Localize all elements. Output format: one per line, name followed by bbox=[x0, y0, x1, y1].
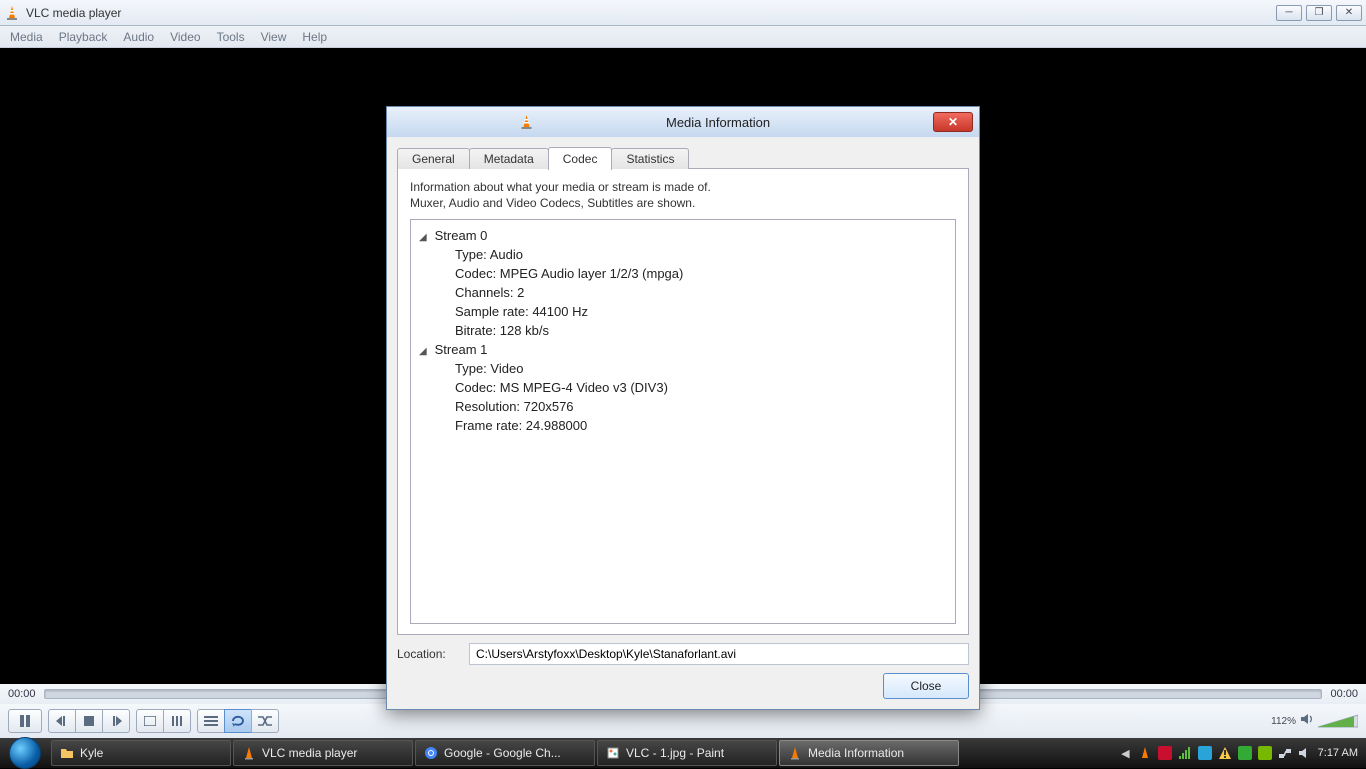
tray-overflow-icon[interactable]: ◀ bbox=[1121, 747, 1129, 760]
tab-statistics[interactable]: Statistics bbox=[611, 148, 689, 169]
folder-icon bbox=[60, 746, 74, 760]
dialog-close-button[interactable]: ✕ bbox=[933, 112, 973, 132]
next-button[interactable] bbox=[102, 709, 130, 733]
stream-0-channels[interactable]: Channels: 2 bbox=[419, 283, 947, 302]
taskbar-button[interactable]: Google - Google Ch... bbox=[415, 740, 595, 766]
paint-icon bbox=[606, 746, 620, 760]
shuffle-button[interactable] bbox=[251, 709, 279, 733]
codec-tree[interactable]: ◢ Stream 0 Type: Audio Codec: MPEG Audio… bbox=[410, 219, 956, 624]
tab-strip: General Metadata Codec Statistics bbox=[397, 145, 969, 169]
tray-clock[interactable]: 7:17 AM bbox=[1318, 747, 1358, 759]
menubar: Media Playback Audio Video Tools View He… bbox=[0, 26, 1366, 48]
loop-button[interactable] bbox=[224, 709, 252, 733]
system-tray: ◀ 7:17 AM bbox=[1113, 746, 1366, 760]
taskbar: Kyle VLC media player Google - Google Ch..… bbox=[0, 738, 1366, 768]
volume-percent: 112% bbox=[1271, 716, 1296, 727]
stream-0-type[interactable]: Type: Audio bbox=[419, 245, 947, 264]
dialog-buttons: Close bbox=[397, 673, 969, 699]
vlc-icon bbox=[242, 746, 256, 760]
window-buttons: ─ ❐ ✕ bbox=[1276, 5, 1362, 21]
location-field[interactable] bbox=[469, 643, 969, 665]
start-button[interactable] bbox=[0, 738, 50, 768]
codec-description: Information about what your media or str… bbox=[410, 179, 956, 211]
dialog-body: General Metadata Codec Statistics Inform… bbox=[387, 137, 979, 709]
stream-1-label: Stream 1 bbox=[435, 342, 488, 357]
taskbar-button[interactable]: VLC - 1.jpg - Paint bbox=[597, 740, 777, 766]
stream-0-codec[interactable]: Codec: MPEG Audio layer 1/2/3 (mpga) bbox=[419, 264, 947, 283]
volume-control: 112% bbox=[1271, 712, 1358, 731]
tray-signal-icon[interactable] bbox=[1178, 746, 1192, 760]
taskbar-button-label: VLC - 1.jpg - Paint bbox=[626, 746, 724, 760]
maximize-button[interactable]: ❐ bbox=[1306, 5, 1332, 21]
prev-button[interactable] bbox=[48, 709, 76, 733]
skip-group bbox=[48, 709, 130, 733]
tray-network-icon[interactable] bbox=[1278, 746, 1292, 760]
codec-desc-line2: Muxer, Audio and Video Codecs, Subtitles… bbox=[410, 195, 956, 211]
stream-1-type[interactable]: Type: Video bbox=[419, 359, 947, 378]
stream-0-samplerate[interactable]: Sample rate: 44100 Hz bbox=[419, 302, 947, 321]
close-button[interactable]: Close bbox=[883, 673, 969, 699]
taskbar-button-label: VLC media player bbox=[262, 746, 357, 760]
menu-media[interactable]: Media bbox=[10, 30, 43, 44]
tray-adobe-icon[interactable] bbox=[1158, 746, 1172, 760]
vlc-icon bbox=[788, 746, 802, 760]
collapse-icon[interactable]: ◢ bbox=[419, 346, 431, 357]
menu-playback[interactable]: Playback bbox=[59, 30, 108, 44]
taskbar-button[interactable]: VLC media player bbox=[233, 740, 413, 766]
tray-volume-icon[interactable] bbox=[1298, 746, 1312, 760]
codec-panel: Information about what your media or str… bbox=[397, 168, 969, 635]
taskbar-button[interactable]: Kyle bbox=[51, 740, 231, 766]
menu-audio[interactable]: Audio bbox=[123, 30, 154, 44]
minimize-button[interactable]: ─ bbox=[1276, 5, 1302, 21]
fullscreen-button[interactable] bbox=[136, 709, 164, 733]
volume-slider[interactable] bbox=[1318, 713, 1358, 729]
ext-settings-button[interactable] bbox=[163, 709, 191, 733]
vlc-cone-icon bbox=[393, 114, 660, 130]
chrome-icon bbox=[424, 746, 438, 760]
stream-1-resolution[interactable]: Resolution: 720x576 bbox=[419, 397, 947, 416]
stream-0-label: Stream 0 bbox=[435, 228, 488, 243]
taskbar-button-label: Google - Google Ch... bbox=[444, 746, 561, 760]
taskbar-button[interactable]: Media Information bbox=[779, 740, 959, 766]
play-pause-button[interactable] bbox=[8, 709, 42, 733]
view-group bbox=[136, 709, 191, 733]
menu-view[interactable]: View bbox=[261, 30, 287, 44]
location-row: Location: bbox=[397, 643, 969, 665]
main-titlebar[interactable]: VLC media player ─ ❐ ✕ bbox=[0, 0, 1366, 26]
time-elapsed: 00:00 bbox=[8, 688, 36, 700]
playlist-button[interactable] bbox=[197, 709, 225, 733]
tab-metadata[interactable]: Metadata bbox=[469, 148, 549, 169]
tab-codec[interactable]: Codec bbox=[548, 147, 613, 170]
playlist-group bbox=[197, 709, 279, 733]
menu-tools[interactable]: Tools bbox=[217, 30, 245, 44]
media-info-dialog: Media Information ✕ General Metadata Cod… bbox=[386, 106, 980, 710]
tray-app-icon[interactable] bbox=[1198, 746, 1212, 760]
close-button[interactable]: ✕ bbox=[1336, 5, 1362, 21]
tray-app2-icon[interactable] bbox=[1238, 746, 1252, 760]
stream-0-bitrate[interactable]: Bitrate: 128 kb/s bbox=[419, 321, 947, 340]
window-title: VLC media player bbox=[26, 6, 1276, 20]
menu-help[interactable]: Help bbox=[302, 30, 327, 44]
taskbar-button-label: Media Information bbox=[808, 746, 904, 760]
speaker-icon[interactable] bbox=[1300, 712, 1314, 731]
tray-warning-icon[interactable] bbox=[1218, 746, 1232, 760]
tray-nvidia-icon[interactable] bbox=[1258, 746, 1272, 760]
tab-general[interactable]: General bbox=[397, 148, 470, 169]
dialog-titlebar[interactable]: Media Information ✕ bbox=[387, 107, 979, 137]
tray-vlc-icon[interactable] bbox=[1138, 746, 1152, 760]
stream-1-header[interactable]: ◢ Stream 1 bbox=[419, 340, 947, 359]
vlc-cone-icon bbox=[4, 5, 20, 21]
menu-video[interactable]: Video bbox=[170, 30, 200, 44]
stream-1-framerate[interactable]: Frame rate: 24.988000 bbox=[419, 416, 947, 435]
collapse-icon[interactable]: ◢ bbox=[419, 232, 431, 243]
time-total: 00:00 bbox=[1330, 688, 1358, 700]
stream-0-header[interactable]: ◢ Stream 0 bbox=[419, 226, 947, 245]
dialog-title: Media Information bbox=[666, 115, 933, 130]
taskbar-button-label: Kyle bbox=[80, 746, 103, 760]
location-label: Location: bbox=[397, 647, 455, 661]
start-orb-icon bbox=[9, 737, 41, 769]
stop-button[interactable] bbox=[75, 709, 103, 733]
codec-desc-line1: Information about what your media or str… bbox=[410, 179, 956, 195]
stream-1-codec[interactable]: Codec: MS MPEG-4 Video v3 (DIV3) bbox=[419, 378, 947, 397]
